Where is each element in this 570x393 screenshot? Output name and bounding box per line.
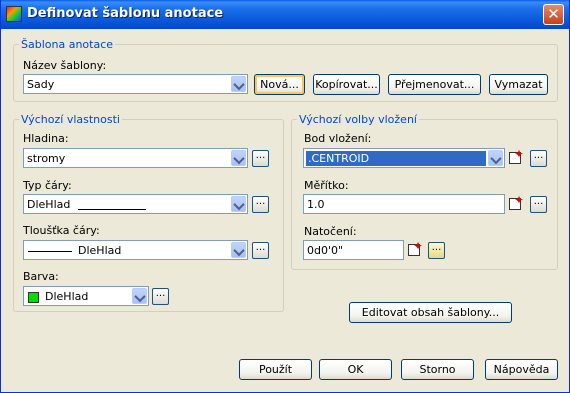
linetype-sample [78,209,146,210]
chevron-down-icon[interactable] [488,150,503,166]
insert-options-legend: Výchozí volby vložení [299,113,417,126]
insert-point-value: .CENTROID [306,151,486,166]
rotation-value: 0d0'0" [307,244,344,257]
template-name-label: Název šablony: [23,59,107,72]
lineweight-browse-button[interactable]: ... [252,242,269,259]
rotation-label: Natočení: [304,225,357,238]
title-bar[interactable]: Definovat šablonu anotace ✕ [1,0,569,29]
lineweight-sample [28,251,72,252]
color-select[interactable]: DleHlad [23,286,149,306]
pick-rotation-icon[interactable]: ✦ [406,240,426,260]
template-group-legend: Šablona anotace [21,38,114,51]
lineweight-select[interactable]: DleHlad [23,240,248,260]
template-name-value: Sady [27,78,55,91]
linetype-value: DleHlad [27,198,71,211]
chevron-down-icon[interactable] [132,288,147,304]
lineweight-label: Tloušťka čáry: [23,224,100,237]
close-button[interactable]: ✕ [543,4,564,25]
copy-template-button[interactable]: Kopírovat... [313,74,380,95]
rotation-browse-button[interactable]: ... [428,242,445,259]
layer-browse-button[interactable]: ... [252,150,269,167]
chevron-down-icon[interactable] [231,76,246,92]
insert-point-browse-button[interactable]: ... [530,150,547,167]
layer-value: stromy [27,152,66,165]
insert-point-select[interactable]: .CENTROID [303,148,505,168]
template-name-select[interactable]: Sady [23,74,248,94]
chevron-down-icon[interactable] [231,150,246,166]
delete-template-button[interactable]: Vymazat [489,74,548,95]
chevron-down-icon[interactable] [231,196,246,212]
scale-label: Měřítko: [304,179,349,192]
scale-browse-button[interactable]: ... [530,196,547,213]
dialog-title: Definovat šablonu anotace [27,6,224,21]
default-properties-legend: Výchozí vlastnosti [21,113,120,126]
color-swatch [28,292,39,303]
edit-template-content-button[interactable]: Editovat obsah šablony... [349,302,512,323]
help-button[interactable]: Nápověda [485,359,558,380]
pick-scale-icon[interactable]: ✦ [507,194,527,214]
ok-button[interactable]: OK [319,359,392,380]
linetype-select[interactable]: DleHlad [23,194,248,214]
rename-template-button[interactable]: Přejmenovat... [388,74,481,95]
lineweight-value: DleHlad [78,244,122,257]
app-icon [6,6,22,22]
color-label: Barva: [23,270,59,283]
cancel-button[interactable]: Storno [401,359,474,380]
linetype-label: Typ čáry: [23,179,72,192]
scale-input[interactable]: 1.0 [303,194,505,214]
color-value: DleHlad [45,290,89,303]
pick-point-icon[interactable]: ✦ [507,148,527,168]
chevron-down-icon[interactable] [231,242,246,258]
linetype-browse-button[interactable]: ... [252,196,269,213]
apply-button[interactable]: Použít [239,359,312,380]
dialog-window: Definovat šablonu anotace ✕ Šablona anot… [0,0,570,393]
rotation-input[interactable]: 0d0'0" [303,240,404,260]
new-template-button[interactable]: Nová... [254,74,305,95]
layer-label: Hladina: [23,132,69,145]
color-browse-button[interactable]: ... [152,288,169,305]
scale-value: 1.0 [307,198,325,211]
layer-select[interactable]: stromy [23,148,248,168]
insert-point-label: Bod vložení: [304,132,372,145]
